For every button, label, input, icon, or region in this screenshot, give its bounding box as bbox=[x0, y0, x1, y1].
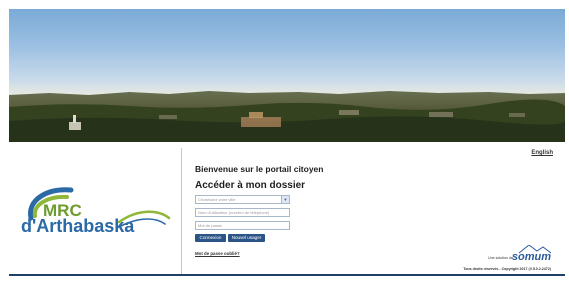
forgot-password-link[interactable]: Mot de passe oublié? bbox=[195, 251, 240, 256]
city-skyline-image bbox=[9, 91, 565, 142]
chevron-down-icon[interactable]: ▼ bbox=[281, 196, 289, 203]
footer-rule bbox=[9, 274, 565, 276]
welcome-title: Bienvenue sur le portail citoyen bbox=[195, 164, 324, 174]
login-panel: MRC d'Arthabaska English Bienvenue sur l… bbox=[9, 142, 565, 276]
city-select-placeholder: Choisissez votre ville bbox=[198, 197, 236, 202]
copyright-text: Tous droits réservés - Copyright 2017 (V… bbox=[463, 267, 551, 271]
form-heading: Accéder à mon dossier bbox=[195, 180, 306, 191]
language-link-english[interactable]: English bbox=[531, 150, 553, 156]
vendor-prefix: Une solution de bbox=[488, 256, 513, 260]
password-field[interactable]: Mot de passe bbox=[195, 221, 290, 230]
password-placeholder: Mot de passe bbox=[198, 223, 223, 228]
vendor-logo: somum bbox=[511, 251, 551, 263]
logo-line2: d'Arthabaska bbox=[21, 216, 135, 236]
new-user-button[interactable]: Nouvel usager bbox=[228, 234, 265, 242]
vendor-branding: Une solution de somum bbox=[471, 245, 551, 265]
mrc-logo: MRC d'Arthabaska bbox=[9, 142, 181, 276]
username-field[interactable]: Nom d'utilisateur (numéro de téléphone) bbox=[195, 208, 290, 217]
username-placeholder: Nom d'utilisateur (numéro de téléphone) bbox=[198, 210, 270, 215]
panel-divider bbox=[181, 148, 182, 274]
login-button[interactable]: Connexion bbox=[195, 234, 226, 242]
mrc-arthabaska-logo-icon: MRC d'Arthabaska bbox=[21, 187, 171, 236]
city-select[interactable]: Choisissez votre ville ▼ bbox=[195, 195, 290, 204]
header-banner-photo bbox=[9, 9, 565, 142]
